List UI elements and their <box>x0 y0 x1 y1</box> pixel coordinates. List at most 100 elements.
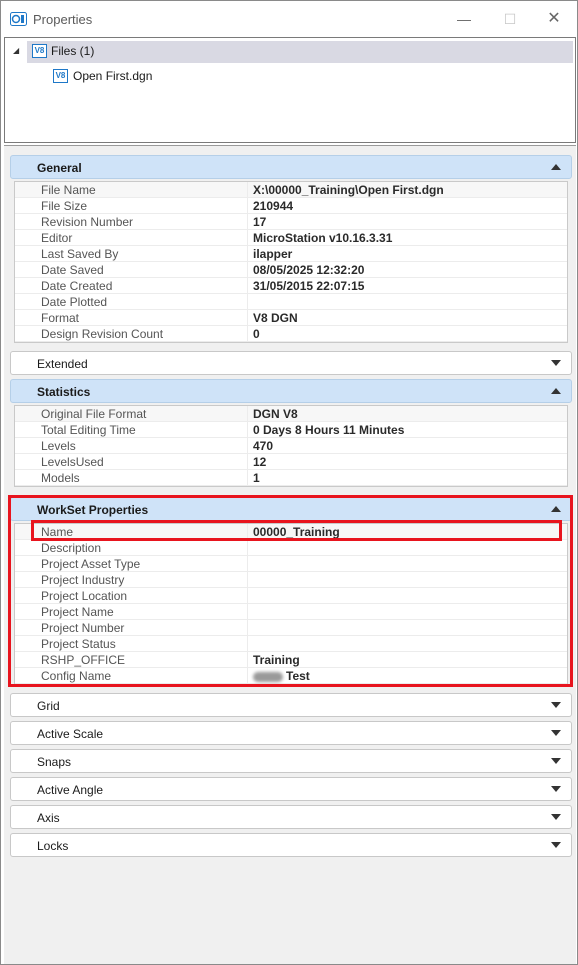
selection-highlight <box>27 41 573 63</box>
section-title: General <box>37 161 82 175</box>
column-divider <box>247 246 248 262</box>
property-value: ilapper <box>253 247 293 261</box>
v8-file-icon: V8 <box>32 44 47 58</box>
property-key: Date Created <box>41 279 113 293</box>
section-title: Statistics <box>37 385 91 399</box>
section-header[interactable]: Statistics <box>10 379 572 403</box>
chevron-up-icon[interactable] <box>549 160 563 174</box>
column-divider <box>247 278 248 294</box>
name-row-highlight-box <box>31 520 562 541</box>
property-value: 12 <box>253 455 267 469</box>
tree-item-open-first[interactable]: V8 Open First.dgn <box>53 66 152 86</box>
column-divider <box>247 406 248 422</box>
property-value: 17 <box>253 215 267 229</box>
column-divider <box>247 214 248 230</box>
app-icon <box>10 12 27 26</box>
section-header[interactable]: Grid <box>10 693 572 717</box>
property-key: LevelsUsed <box>41 455 104 469</box>
property-key: Levels <box>41 439 76 453</box>
property-key: Total Editing Time <box>41 423 136 437</box>
section-header[interactable]: Active Angle <box>10 777 572 801</box>
window-title: Properties <box>33 12 93 27</box>
property-row[interactable]: Date Created 31/05/2015 22:07:15 <box>15 278 567 294</box>
section-active-scale: Active Scale <box>10 721 572 745</box>
property-row[interactable]: Format V8 DGN <box>15 310 567 326</box>
section-header[interactable]: Snaps <box>10 749 572 773</box>
column-divider <box>247 310 248 326</box>
property-row[interactable]: LevelsUsed 12 <box>15 454 567 470</box>
property-key: Revision Number <box>41 215 134 229</box>
property-row[interactable]: Date Plotted <box>15 294 567 310</box>
property-row[interactable]: Total Editing Time 0 Days 8 Hours 11 Minu… <box>15 422 567 438</box>
property-key: File Name <box>41 183 96 197</box>
property-value: 08/05/2025 12:32:20 <box>253 263 365 277</box>
chevron-down-icon[interactable] <box>549 838 563 852</box>
property-row[interactable]: Revision Number 17 <box>15 214 567 230</box>
property-row[interactable]: File Size 210944 <box>15 198 567 214</box>
section-active-angle: Active Angle <box>10 777 572 801</box>
section-snaps: Snaps <box>10 749 572 773</box>
section-title: Extended <box>37 357 88 371</box>
section-title: Grid <box>37 699 60 713</box>
property-value: 1 <box>253 471 260 485</box>
title-bar[interactable]: Properties — ☐ ✕ <box>1 1 577 37</box>
property-key: Models <box>41 471 80 485</box>
property-row[interactable]: Levels 470 <box>15 438 567 454</box>
column-divider <box>247 230 248 246</box>
section-header[interactable]: Locks <box>10 833 572 857</box>
chevron-down-icon[interactable] <box>549 726 563 740</box>
chevron-down-icon[interactable] <box>549 782 563 796</box>
chevron-down-icon[interactable] <box>549 356 563 370</box>
section-title: Axis <box>37 811 60 825</box>
section-title: Active Scale <box>37 727 104 741</box>
properties-window: Properties — ☐ ✕ ◢ V8 Files (1) V8 Open … <box>0 0 578 965</box>
property-row[interactable]: File Name X:\00000_Training\Open First.dg… <box>15 182 567 198</box>
tree-item-label: Files (1) <box>51 44 95 58</box>
column-divider <box>247 454 248 470</box>
section-title: Locks <box>37 839 69 853</box>
section-title: Snaps <box>37 755 72 769</box>
property-row[interactable]: Last Saved By ilapper <box>15 246 567 262</box>
close-button[interactable]: ✕ <box>539 9 569 29</box>
collapse-triangle-icon[interactable]: ◢ <box>13 46 19 55</box>
property-row[interactable]: Date Saved 08/05/2025 12:32:20 <box>15 262 567 278</box>
property-row[interactable]: Editor MicroStation v10.16.3.31 <box>15 230 567 246</box>
property-value: 210944 <box>253 199 294 213</box>
column-divider <box>247 294 248 310</box>
section-header[interactable]: Active Scale <box>10 721 572 745</box>
property-value: DGN V8 <box>253 407 298 421</box>
property-value: V8 DGN <box>253 311 298 325</box>
property-row[interactable]: Models 1 <box>15 470 567 486</box>
section-header[interactable]: Extended <box>10 351 572 375</box>
section-header[interactable]: General <box>10 155 572 179</box>
column-divider <box>247 422 248 438</box>
property-key: Format <box>41 311 80 325</box>
property-key: Original File Format <box>41 407 147 421</box>
property-row[interactable]: Design Revision Count 0 <box>15 326 567 342</box>
tree-item-label: Open First.dgn <box>73 69 153 83</box>
section-title: Active Angle <box>37 783 104 797</box>
file-tree: ◢ V8 Files (1) V8 Open First.dgn <box>4 37 576 143</box>
chevron-down-icon[interactable] <box>549 754 563 768</box>
column-divider <box>247 438 248 454</box>
section-axis: Axis <box>10 805 572 829</box>
property-value: X:\00000_Training\Open First.dgn <box>253 183 444 197</box>
column-divider <box>247 326 248 342</box>
property-key: Date Saved <box>41 263 104 277</box>
property-key: Date Plotted <box>41 295 108 309</box>
property-row[interactable]: Original File Format DGN V8 <box>15 406 567 422</box>
chevron-up-icon[interactable] <box>549 384 563 398</box>
property-grid: File Name X:\00000_Training\Open First.dg… <box>14 181 568 343</box>
maximize-button[interactable]: ☐ <box>495 9 525 29</box>
property-value: 470 <box>253 439 274 453</box>
section-header[interactable]: Axis <box>10 805 572 829</box>
chevron-down-icon[interactable] <box>549 810 563 824</box>
tree-item-files[interactable]: ◢ V8 Files (1) <box>13 41 573 63</box>
section-locks: Locks <box>10 833 572 857</box>
column-divider <box>247 198 248 214</box>
minimize-button[interactable]: — <box>449 9 479 29</box>
property-value: 31/05/2015 22:07:15 <box>253 279 365 293</box>
column-divider <box>247 182 248 198</box>
chevron-down-icon[interactable] <box>549 698 563 712</box>
property-key: Editor <box>41 231 73 245</box>
